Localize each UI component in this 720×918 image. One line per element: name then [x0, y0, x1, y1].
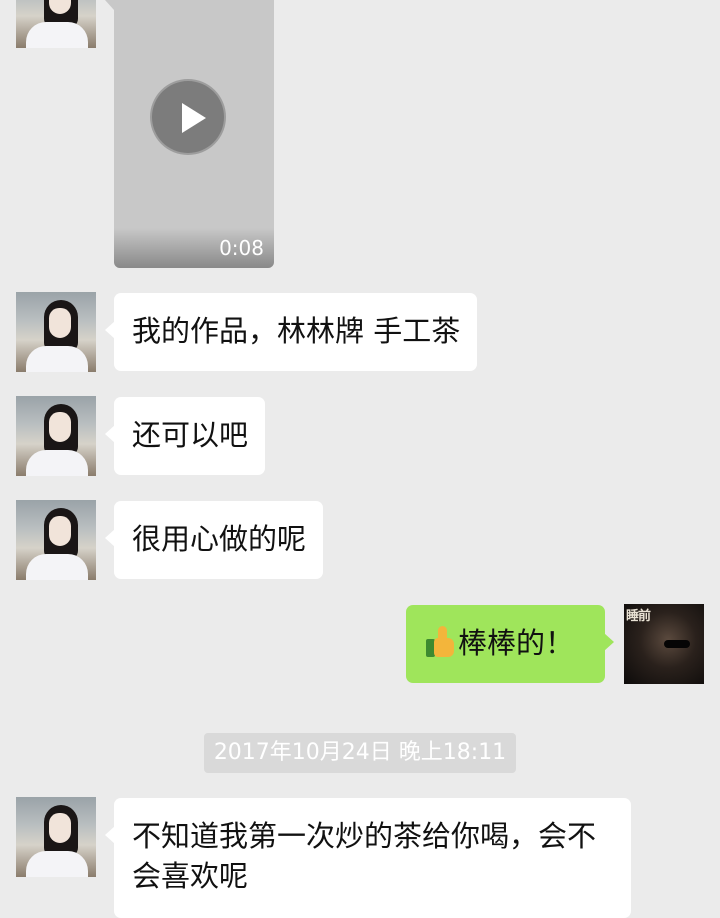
video-message[interactable]: 0:08: [114, 0, 274, 268]
avatar-shirt: [26, 346, 88, 372]
timestamp-pill: 2017年10月24日 晚上18:11: [204, 733, 516, 773]
message-text: 很用心做的呢: [132, 522, 307, 556]
message-bubble[interactable]: 不知道我第一次炒的茶给你喝，会不会喜欢呢: [105, 798, 631, 918]
message-bubble[interactable]: 还可以吧: [104, 397, 266, 475]
contact-avatar[interactable]: [16, 797, 96, 877]
avatar-shirt: [26, 450, 88, 476]
contact-avatar[interactable]: [16, 500, 96, 580]
avatar-shirt: [26, 22, 88, 48]
avatar-shirt: [26, 554, 88, 580]
message-text: 不知道我第一次炒的茶给你喝，会不会喜欢呢: [132, 819, 597, 893]
message-bubble[interactable]: 很用心做的呢: [104, 501, 324, 579]
message-text: 棒棒的！: [458, 626, 575, 660]
contact-avatar[interactable]: [16, 0, 96, 48]
message-text: 我的作品，林林牌 手工茶: [132, 314, 461, 348]
avatar-face: [49, 412, 71, 442]
avatar-face: [49, 813, 71, 843]
avatar-face: [49, 516, 71, 546]
video-bubble-tail: [105, 0, 114, 10]
message-bubble[interactable]: 我的作品，林林牌 手工茶: [104, 293, 478, 371]
outgoing-message-bubble[interactable]: 棒棒的！: [406, 605, 614, 683]
my-avatar[interactable]: 睡前: [624, 604, 704, 684]
video-duration: 0:08: [219, 236, 264, 260]
play-icon[interactable]: [150, 79, 226, 155]
thumbs-up-thumb: [438, 626, 447, 642]
avatar-shirt: [26, 851, 88, 877]
my-avatar-caption: 睡前: [626, 609, 651, 624]
contact-avatar[interactable]: [16, 396, 96, 476]
my-avatar-glasses: [664, 640, 690, 648]
thumbs-up-icon: [424, 625, 456, 657]
avatar-face: [49, 308, 71, 338]
message-text: 还可以吧: [132, 418, 249, 452]
contact-avatar[interactable]: [16, 292, 96, 372]
